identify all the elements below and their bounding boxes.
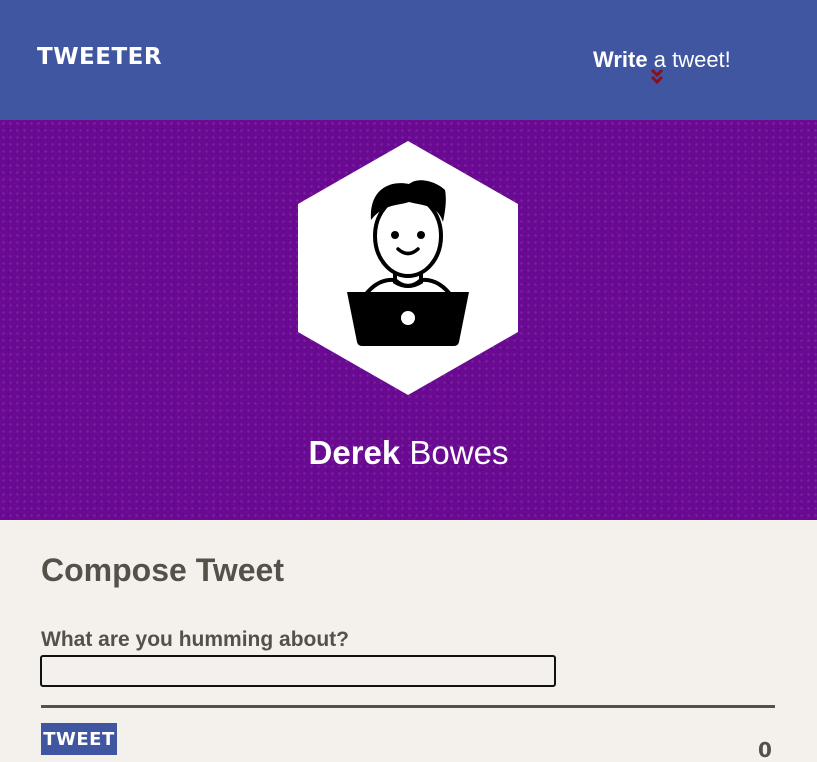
character-counter: 0 bbox=[758, 738, 772, 762]
last-name: Bowes bbox=[409, 434, 509, 471]
write-tweet-bold: Write bbox=[593, 47, 648, 72]
logo: TWEETER bbox=[37, 44, 163, 70]
first-name: Derek bbox=[308, 434, 401, 471]
tweet-input[interactable] bbox=[40, 655, 556, 687]
compose-title: Compose Tweet bbox=[41, 552, 284, 588]
navbar: TWEETER Write a tweet! bbox=[0, 0, 817, 120]
user-name: Derek Bowes bbox=[0, 434, 817, 472]
double-chevron-down-icon[interactable] bbox=[650, 68, 664, 86]
tweet-input-label: What are you humming about? bbox=[41, 628, 349, 651]
avatar bbox=[298, 141, 518, 395]
divider bbox=[41, 705, 775, 708]
tweet-button[interactable]: TWEET bbox=[41, 723, 117, 755]
write-tweet-rest: a tweet! bbox=[653, 47, 731, 72]
